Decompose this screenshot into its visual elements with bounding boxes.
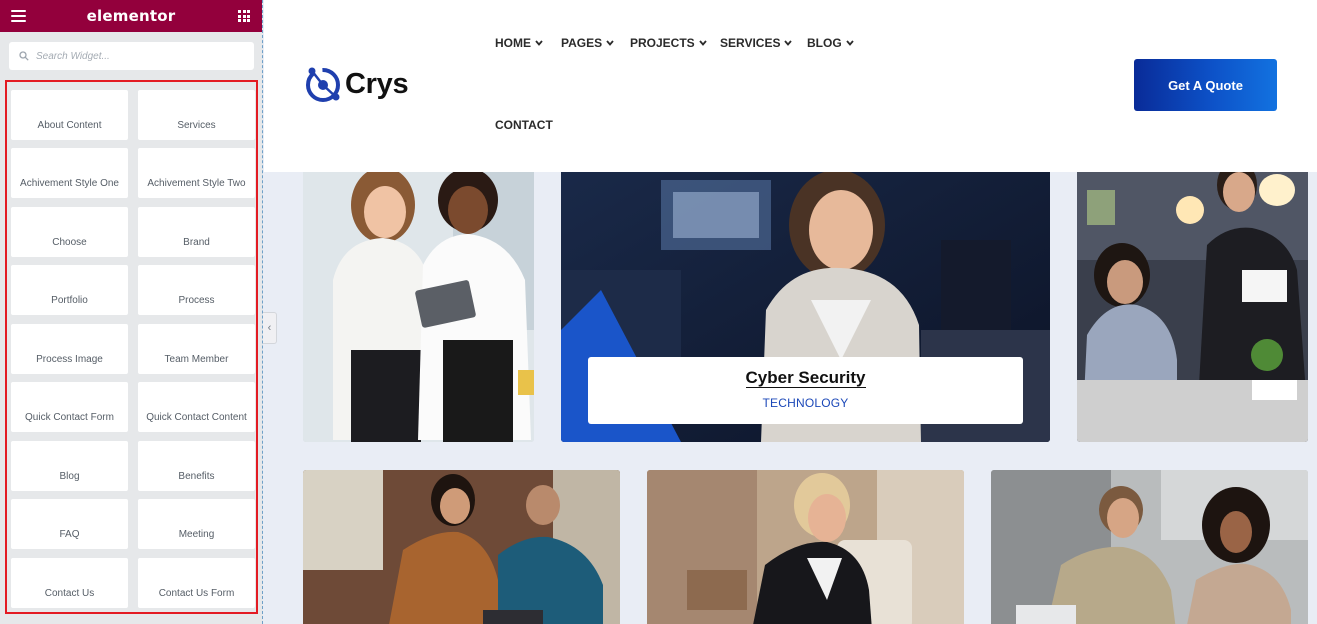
photo-colleagues-laptop (991, 470, 1308, 624)
gallery-image-colleagues-laptop[interactable] (991, 470, 1308, 624)
widget-achivement-style-two[interactable]: Achivement Style Two (138, 148, 255, 198)
widget-process-image[interactable]: Process Image (11, 324, 128, 374)
logo-icon (306, 67, 340, 102)
search-icon (19, 51, 29, 61)
search-widget-input[interactable] (36, 50, 236, 62)
site-header: Crys HOME PAGES PROJECTS SERVICES BLOG C… (264, 0, 1317, 172)
widget-blog[interactable]: Blog (11, 441, 128, 491)
panel-header: elementor (0, 0, 262, 32)
featured-title[interactable]: Cyber Security (745, 368, 866, 388)
photo-team-tablet (303, 150, 534, 442)
featured-card-caption: Cyber Security TECHNOLOGY (588, 357, 1023, 424)
gallery-image-woman-phone[interactable] (647, 470, 964, 624)
grid-icon[interactable] (238, 10, 250, 22)
nav-contact-label: CONTACT (495, 118, 553, 132)
nav-services-label: SERVICES (720, 36, 781, 50)
nav-pages-label: PAGES (561, 36, 603, 50)
widget-quick-contact-content[interactable]: Quick Contact Content (138, 382, 255, 432)
widget-contact-us-form[interactable]: Contact Us Form (138, 558, 255, 608)
widget-faq[interactable]: FAQ (11, 499, 128, 549)
widget-about-content[interactable]: About Content (11, 90, 128, 140)
chevron-left-icon: ‹ (267, 322, 272, 334)
chevron-down-icon (535, 40, 543, 46)
site-logo[interactable]: Crys (306, 61, 409, 107)
nav-projects-label: PROJECTS (630, 36, 695, 50)
widget-quick-contact-form[interactable]: Quick Contact Form (11, 382, 128, 432)
widget-brand[interactable]: Brand (138, 207, 255, 257)
widget-meeting[interactable]: Meeting (138, 499, 255, 549)
hamburger-icon[interactable] (11, 10, 26, 22)
nav-projects[interactable]: PROJECTS (630, 36, 707, 50)
search-box (9, 42, 254, 70)
nav-services[interactable]: SERVICES (720, 36, 793, 50)
gallery-image-office-meeting[interactable] (1077, 150, 1308, 442)
widget-contact-us[interactable]: Contact Us (11, 558, 128, 608)
elementor-logo: elementor (86, 7, 176, 25)
widget-portfolio[interactable]: Portfolio (11, 265, 128, 315)
panel-collapse-button[interactable]: ‹ (263, 312, 277, 344)
get-a-quote-button[interactable]: Get A Quote (1134, 59, 1277, 111)
chevron-down-icon (784, 40, 793, 46)
nav-blog[interactable]: BLOG (807, 36, 854, 50)
chevron-down-icon (606, 40, 614, 46)
widget-list: About Content Services Achivement Style … (5, 80, 258, 614)
featured-category[interactable]: TECHNOLOGY (588, 396, 1023, 410)
photo-woman-phone (647, 470, 964, 624)
photo-team-desk (303, 470, 620, 624)
elementor-panel: elementor About Content Services Achivem… (0, 0, 263, 624)
widget-team-member[interactable]: Team Member (138, 324, 255, 374)
widget-achivement-style-one[interactable]: Achivement Style One (11, 148, 128, 198)
gallery-image-team-desk[interactable] (303, 470, 620, 624)
nav-blog-label: BLOG (807, 36, 842, 50)
widget-process[interactable]: Process (138, 265, 255, 315)
widget-benefits[interactable]: Benefits (138, 441, 255, 491)
chevron-down-icon (845, 40, 854, 46)
nav-contact[interactable]: CONTACT (495, 118, 553, 132)
widget-choose[interactable]: Choose (11, 207, 128, 257)
nav-pages[interactable]: PAGES (561, 36, 614, 50)
photo-office-meeting (1077, 150, 1308, 442)
chevron-down-icon (699, 40, 707, 46)
gallery-image-team-tablet[interactable] (303, 150, 534, 442)
widget-services[interactable]: Services (138, 90, 255, 140)
nav-home-label: HOME (495, 36, 531, 50)
logo-text: Crys (345, 67, 409, 100)
nav-home[interactable]: HOME (495, 36, 543, 50)
